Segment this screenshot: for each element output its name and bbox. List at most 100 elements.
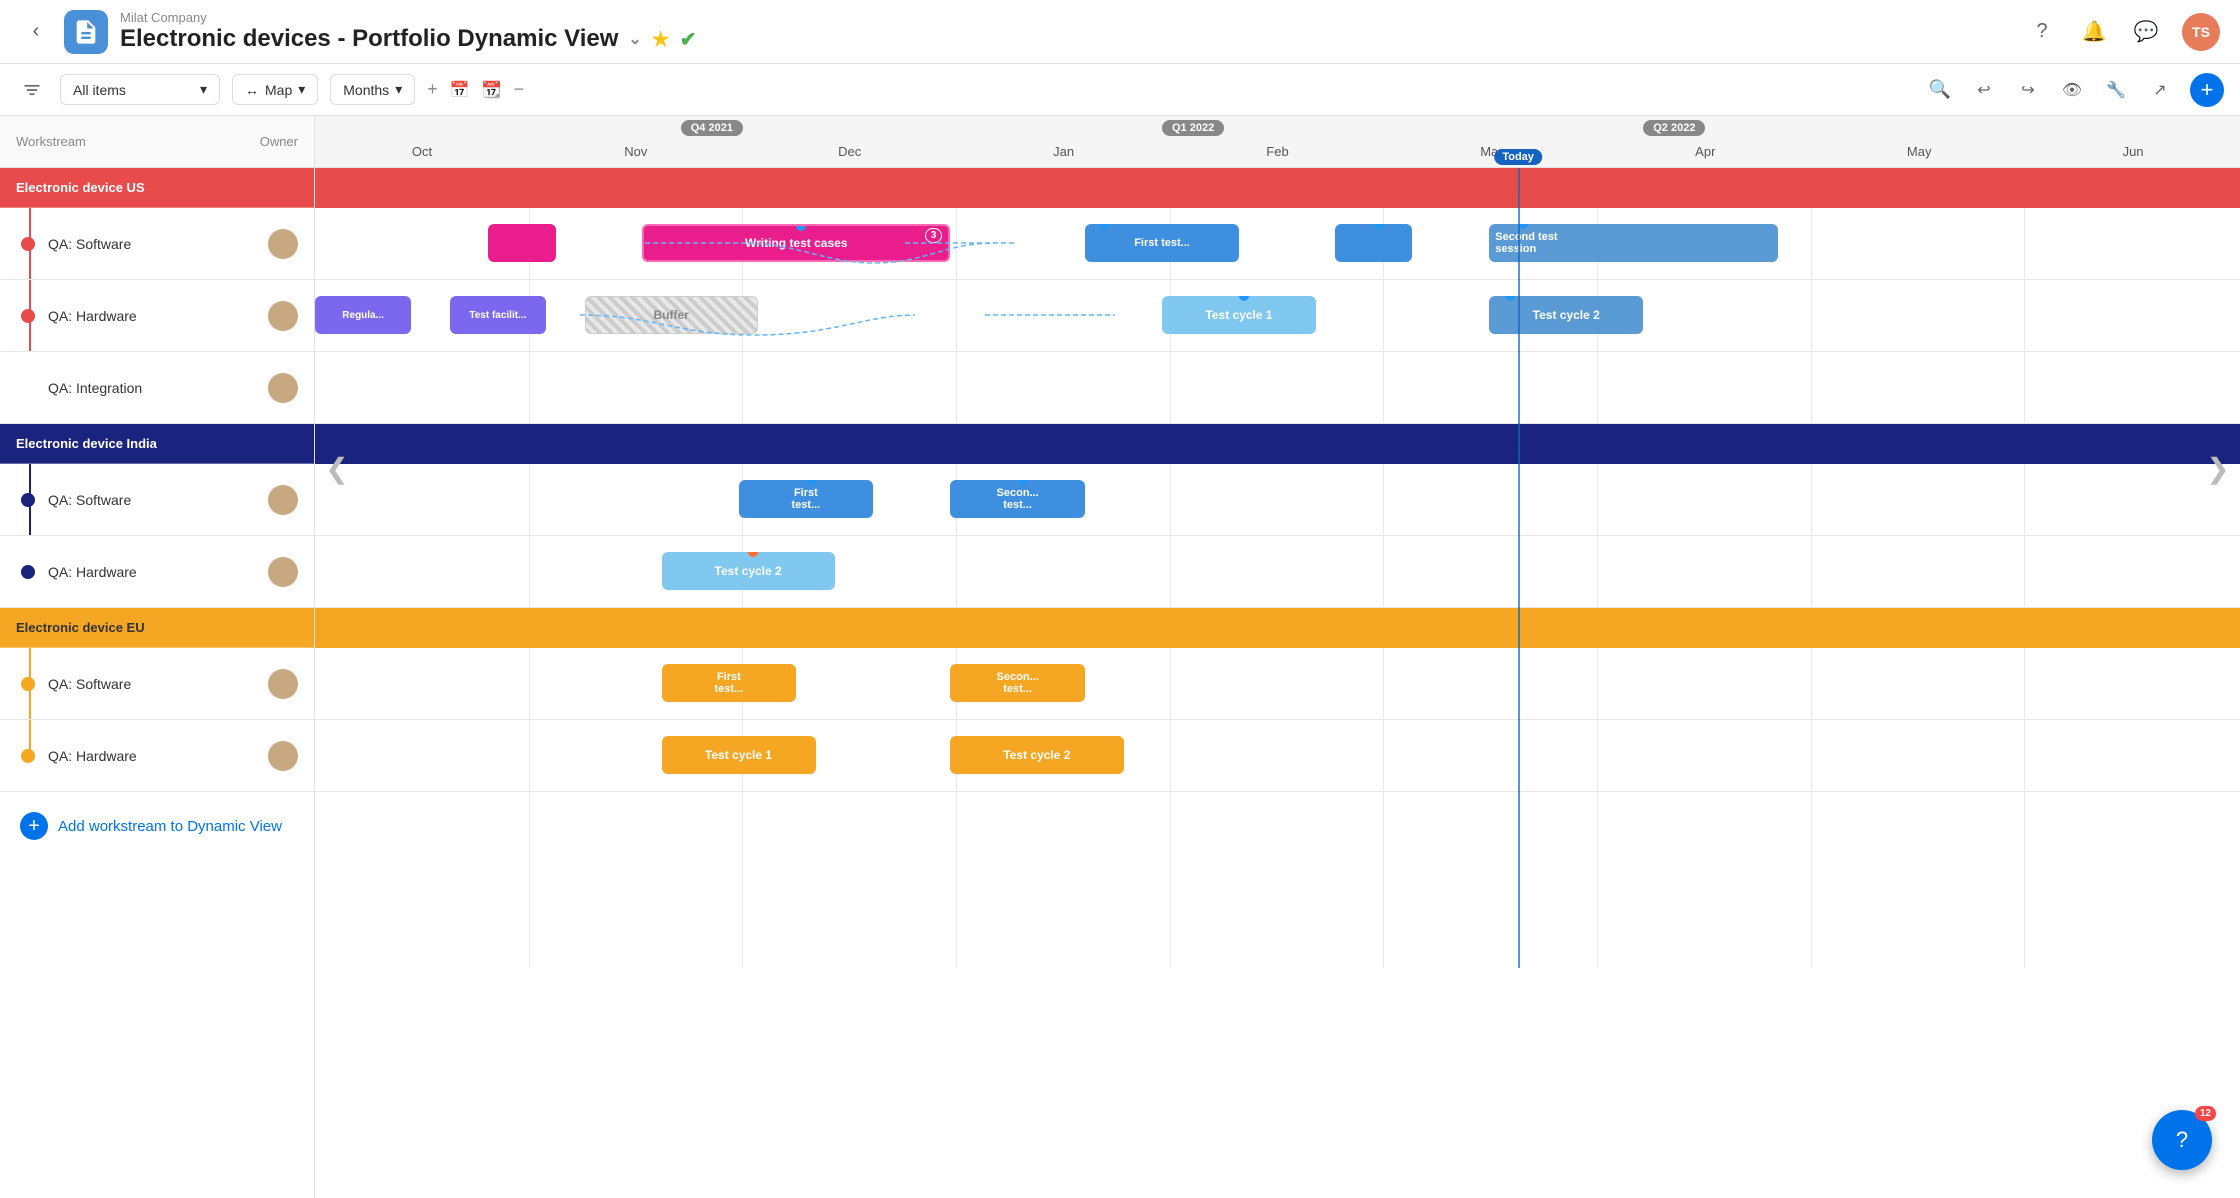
group-india[interactable]: Electronic device India bbox=[0, 424, 314, 464]
ws-dot bbox=[21, 237, 35, 251]
task-writing-test-cases[interactable]: Writing test cases 3 bbox=[642, 224, 950, 262]
ws-india-software[interactable]: QA: Software bbox=[0, 464, 314, 536]
months-chevron: ▾ bbox=[395, 81, 402, 98]
month-nov: Nov bbox=[529, 144, 743, 167]
task-dot bbox=[1505, 296, 1515, 301]
title-text: Electronic devices - Portfolio Dynamic V… bbox=[120, 25, 618, 53]
nav-arrow-left[interactable]: ❮ bbox=[319, 438, 355, 498]
ws-label: QA: Software bbox=[40, 236, 268, 252]
timeline-area: Q4 2021 Q1 2022 Q2 2022 Oct Nov Dec Jan … bbox=[315, 116, 2240, 1198]
ws-us-software[interactable]: QA: Software bbox=[0, 208, 314, 280]
title-area: Milat Company Electronic devices - Portf… bbox=[120, 10, 2026, 53]
task-eu-test-cycle-2[interactable]: Test cycle 2 bbox=[950, 736, 1123, 774]
search-icon[interactable]: 🔍 bbox=[1926, 76, 1954, 104]
add-main-button[interactable]: + bbox=[2190, 73, 2224, 107]
ws-dot bbox=[21, 749, 35, 763]
owner-col-header: Owner bbox=[238, 134, 298, 149]
minus-button[interactable]: − bbox=[514, 79, 525, 100]
left-panel: Workstream Owner Electronic device US QA… bbox=[0, 116, 315, 1198]
ws-dot bbox=[21, 493, 35, 507]
task-test-cycle-2-us-hw[interactable]: Test cycle 2 bbox=[1489, 296, 1643, 334]
avatar bbox=[268, 741, 298, 771]
ws-eu-software[interactable]: QA: Software bbox=[0, 648, 314, 720]
gantt-us-software-row: Writing test cases 3 First test... Secon… bbox=[315, 208, 2240, 280]
map-dropdown[interactable]: ↔ Map ▾ bbox=[232, 74, 318, 105]
favorite-icon[interactable]: ★ bbox=[652, 27, 670, 52]
ws-us-hardware[interactable]: QA: Hardware bbox=[0, 280, 314, 352]
task-second-test-session[interactable]: Second test session bbox=[1489, 224, 1778, 262]
back-button[interactable]: ‹ bbox=[20, 16, 52, 48]
task-regulatory[interactable]: Regula... bbox=[315, 296, 411, 334]
calendar2-icon[interactable]: 📆 bbox=[482, 80, 502, 100]
task-bar-pink-oct[interactable] bbox=[488, 224, 555, 262]
task-dot bbox=[806, 480, 816, 485]
gantt-india-software-row: First test... Secon... test... bbox=[315, 464, 2240, 536]
undo-icon[interactable]: ↩ bbox=[1970, 76, 1998, 104]
avatar bbox=[268, 229, 298, 259]
month-apr: Apr bbox=[1598, 144, 1812, 167]
ws-eu-hardware[interactable]: QA: Hardware bbox=[0, 720, 314, 792]
timeline-header: Q4 2021 Q1 2022 Q2 2022 Oct Nov Dec Jan … bbox=[315, 116, 2240, 168]
filter-button[interactable] bbox=[16, 74, 48, 106]
add-workstream-button[interactable]: + Add workstream to Dynamic View bbox=[0, 792, 314, 860]
avatar bbox=[268, 557, 298, 587]
task-dot bbox=[1239, 296, 1249, 301]
months-label: Months bbox=[343, 82, 389, 98]
ws-dot bbox=[21, 677, 35, 691]
map-label: Map bbox=[265, 82, 292, 98]
all-items-dropdown[interactable]: All items ▾ bbox=[60, 74, 220, 105]
task-test-cycle-1[interactable]: Test cycle 1 bbox=[1162, 296, 1316, 334]
notification-icon[interactable]: 🔔 bbox=[2078, 16, 2110, 48]
add-workstream-timeline bbox=[315, 792, 2240, 808]
task-dot bbox=[1100, 224, 1110, 229]
top-nav: ‹ Milat Company Electronic devices - Por… bbox=[0, 0, 2240, 64]
view-icon[interactable]: 👁 bbox=[2058, 76, 2086, 104]
group-eu-label: Electronic device EU bbox=[16, 620, 145, 635]
user-avatar[interactable]: TS bbox=[2182, 13, 2220, 51]
today-label: Today bbox=[1494, 149, 1542, 165]
group-eu[interactable]: Electronic device EU bbox=[0, 608, 314, 648]
task-test-facility[interactable]: Test facilit... bbox=[450, 296, 546, 334]
task-india-test-cycle-2[interactable]: Test cycle 2 bbox=[662, 552, 835, 590]
wrench-icon[interactable]: 🔧 bbox=[2102, 76, 2130, 104]
task-eu-test-cycle-1[interactable]: Test cycle 1 bbox=[662, 736, 816, 774]
ws-us-integration[interactable]: QA: Integration bbox=[0, 352, 314, 424]
task-eu-first-test[interactable]: First test... bbox=[662, 664, 797, 702]
left-header: Workstream Owner bbox=[0, 116, 314, 168]
status-check-icon: ✔ bbox=[680, 27, 697, 52]
export-icon[interactable]: ↗ bbox=[2146, 76, 2174, 104]
task-first-test[interactable]: First test... bbox=[1085, 224, 1239, 262]
nav-icons: ? 🔔 💬 TS bbox=[2026, 13, 2220, 51]
calendar-icon[interactable]: 📅 bbox=[450, 80, 470, 100]
month-dec: Dec bbox=[743, 144, 957, 167]
redo-icon[interactable]: ↪ bbox=[2014, 76, 2042, 104]
ws-label: QA: Hardware bbox=[40, 748, 268, 764]
avatar bbox=[268, 485, 298, 515]
ws-india-hardware[interactable]: QA: Hardware bbox=[0, 536, 314, 608]
help-icon[interactable]: ? bbox=[2026, 16, 2058, 48]
task-blue-feb[interactable] bbox=[1335, 224, 1412, 262]
month-jun: Jun bbox=[2026, 144, 2240, 167]
gantt-eu-software-row: First test... Secon... test... bbox=[315, 648, 2240, 720]
task-india-first-test[interactable]: First test... bbox=[739, 480, 874, 518]
add-date-button[interactable]: + bbox=[427, 79, 438, 100]
app-icon bbox=[64, 10, 108, 54]
help-button[interactable]: ? 12 bbox=[2152, 1110, 2212, 1170]
quarter-q4-2021: Q4 2021 bbox=[681, 120, 743, 136]
task-india-second-test[interactable]: Secon... test... bbox=[950, 480, 1085, 518]
group-us[interactable]: Electronic device US bbox=[0, 168, 314, 208]
workstream-col-header: Workstream bbox=[16, 134, 238, 149]
dropdown-chevron: ▾ bbox=[200, 81, 207, 98]
task-buffer[interactable]: Buffer bbox=[585, 296, 758, 334]
ws-label: QA: Hardware bbox=[40, 308, 268, 324]
ws-dot bbox=[21, 565, 35, 579]
task-eu-second-test[interactable]: Secon... test... bbox=[950, 664, 1085, 702]
title-dropdown[interactable]: ⌄ bbox=[628, 29, 641, 49]
gantt-group-india bbox=[315, 424, 2240, 464]
add-workstream-label: Add workstream to Dynamic View bbox=[58, 818, 282, 835]
nav-arrow-right[interactable]: ❯ bbox=[2200, 438, 2236, 498]
months-dropdown[interactable]: Months ▾ bbox=[330, 74, 415, 105]
ws-dot bbox=[21, 309, 35, 323]
chat-icon[interactable]: 💬 bbox=[2130, 16, 2162, 48]
month-labels: Oct Nov Dec Jan Feb Mar Apr May Jun bbox=[315, 116, 2240, 167]
